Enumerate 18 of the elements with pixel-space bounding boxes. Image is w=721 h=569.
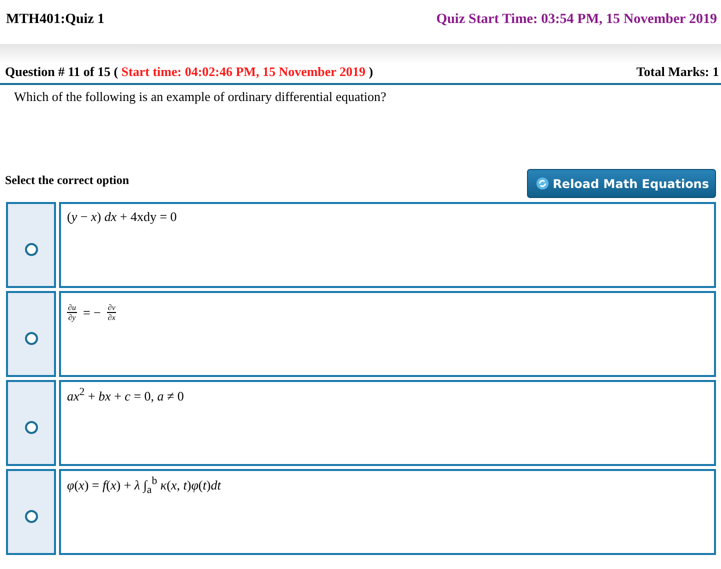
- option-cell[interactable]: φ(x) = f(x) + λ ∫$_{a}$$^{b}$ κ(x, t)φ(t)dt: [59, 469, 716, 555]
- radio-button[interactable]: [24, 242, 38, 256]
- equation: φ(x) = f(x) + λ ∫$_{a}$$^{b}$ κ(x, t)φ(t)dt: [67, 475, 221, 496]
- equation: (y − x) dx + 4xdy = 0: [67, 209, 177, 225]
- refresh-icon: [536, 177, 549, 190]
- equation: ax$^{2}$ + bx + c = 0, a ≠ 0: [67, 386, 184, 404]
- radio-button[interactable]: [24, 332, 38, 344]
- quiz-title: MTH401:Quiz 1: [6, 12, 104, 28]
- reload-button[interactable]: Reload Math Equations: [526, 169, 716, 198]
- option-cell[interactable]: (y − x) dx + 4xdy = 0: [59, 202, 716, 288]
- radio-button[interactable]: [24, 420, 38, 434]
- quiz-start-time: Quiz Start Time: 03:54 PM, 15 November 2019: [436, 12, 717, 28]
- question-text: Which of the following is an example of ordinary differential equation?: [13, 88, 388, 106]
- select-label: Select the correct option: [5, 173, 130, 188]
- question-heading: Question # 11 of 15 ( Start time: 04:02:46 PM, 15 November 2019 ): [5, 64, 374, 80]
- total-marks: Total Marks: 1: [636, 64, 719, 80]
- option-cell[interactable]: ax$^{2}$ + bx + c = 0, a ≠ 0: [59, 380, 716, 466]
- radio-button[interactable]: [24, 510, 38, 522]
